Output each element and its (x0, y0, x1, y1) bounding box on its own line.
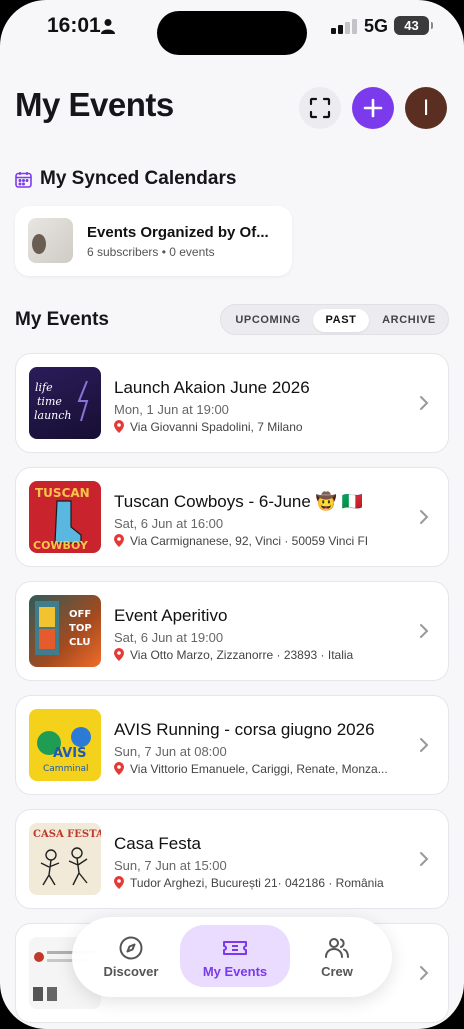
calendar-icon (15, 171, 32, 188)
events-filter-tabs: UPCOMING PAST ARCHIVE (220, 304, 449, 335)
pin-icon (114, 648, 124, 661)
event-location: Via Giovanni Spadolini, 7 Milano (114, 420, 303, 434)
event-title: Launch Akaion June 2026 (114, 378, 310, 397)
svg-text:OFF: OFF (69, 609, 91, 620)
pin-icon (114, 876, 124, 889)
event-thumbnail: OFF TOP CLU (29, 595, 101, 667)
svg-text:CASA FESTA: CASA FESTA (33, 829, 101, 840)
event-date: Sun, 7 Jun at 08:00 (114, 744, 227, 759)
nav-discover[interactable]: Discover (76, 925, 186, 987)
chevron-right-icon (420, 852, 429, 866)
event-thumbnail: AVIS Camminal (29, 709, 101, 781)
chevron-right-icon (420, 510, 429, 524)
people-icon (325, 938, 349, 958)
svg-text:Camminal: Camminal (43, 764, 89, 774)
event-card[interactable]: OFF TOP CLU Event Aperitivo Sat, 6 Jun a… (15, 581, 449, 681)
event-location-text: Via Giovanni Spadolini, 7 Milano (130, 420, 303, 434)
synced-calendars-title: My Synced Calendars (40, 168, 237, 189)
svg-text:TOP: TOP (69, 623, 92, 634)
event-location-text: Tudor Arghezi, București 21· 042186 · Ro… (130, 876, 384, 890)
event-title: Casa Festa (114, 834, 201, 853)
add-event-button[interactable] (352, 87, 394, 129)
chevron-right-icon (420, 624, 429, 638)
event-card[interactable]: life time launch Launch Akaion June 2026… (15, 353, 449, 453)
signal-icon (331, 18, 357, 34)
event-date: Mon, 1 Jun at 19:00 (114, 402, 229, 417)
ticket-icon (223, 941, 247, 955)
chevron-right-icon (420, 738, 429, 752)
phone-screen: 16:01 5G 43 My Events I My Synced Calend… (0, 0, 464, 1029)
avatar-initial: I (422, 95, 430, 120)
svg-text:TUSCAN: TUSCAN (35, 486, 90, 500)
synced-calendar-card[interactable]: Events Organized by Of... 6 subscribers … (15, 206, 292, 276)
calendar-thumbnail (28, 218, 73, 263)
svg-text:COWBOY: COWBOY (33, 539, 89, 552)
event-date: Sat, 6 Jun at 16:00 (114, 516, 224, 531)
tab-upcoming[interactable]: UPCOMING (227, 309, 309, 332)
chevron-right-icon (420, 396, 429, 410)
events-section-title: My Events (15, 309, 109, 330)
calendar-name: Events Organized by Of... (87, 224, 269, 241)
pin-icon (114, 534, 124, 547)
tab-archive[interactable]: ARCHIVE (373, 309, 445, 332)
event-location-text: Via Otto Marzo, Zizzanorre · 23893 · Ita… (130, 648, 354, 662)
nav-crew[interactable]: Crew (282, 925, 392, 987)
event-location: Via Carmignanese, 92, Vinci · 50059 Vinc… (114, 534, 368, 548)
event-location-text: Via Vittorio Emanuele, Cariggi, Renate, … (130, 762, 388, 776)
nav-discover-label: Discover (103, 964, 159, 979)
status-bar: 16:01 5G 43 (0, 0, 464, 60)
synced-calendars-heading: My Synced Calendars (15, 166, 236, 192)
battery-icon: 43 (394, 16, 433, 35)
event-location: Via Vittorio Emanuele, Cariggi, Renate, … (114, 762, 388, 776)
dynamic-island (157, 11, 307, 55)
calendar-meta: 6 subscribers • 0 events (87, 245, 215, 259)
bottom-nav: Discover My Events Crew (72, 917, 392, 997)
event-title: AVIS Running - corsa giugno 2026 (114, 720, 375, 739)
event-title: Event Aperitivo (114, 606, 228, 625)
pin-icon (114, 762, 124, 775)
event-location: Via Otto Marzo, Zizzanorre · 23893 · Ita… (114, 648, 353, 662)
scan-button[interactable] (299, 87, 341, 129)
event-thumbnail: TUSCAN COWBOY (29, 481, 101, 553)
svg-text:time: time (37, 395, 62, 408)
event-title: Tuscan Cowboys - 6-June 🤠 🇮🇹 (114, 492, 363, 511)
svg-text:life: life (35, 381, 53, 394)
nav-my-events-label: My Events (202, 964, 268, 979)
event-location: Tudor Arghezi, București 21· 042186 · Ro… (114, 876, 384, 890)
scan-icon (309, 97, 331, 119)
event-card[interactable]: AVIS Camminal AVIS Running - corsa giugn… (15, 695, 449, 795)
event-thumbnail: CASA FESTA (29, 823, 101, 895)
person-icon (101, 19, 115, 34)
page-title: My Events (15, 86, 174, 123)
tab-past[interactable]: PAST (313, 309, 369, 332)
svg-text:CLU: CLU (69, 637, 90, 648)
compass-icon (119, 936, 143, 960)
event-card[interactable]: TUSCAN COWBOY Tuscan Cowboys - 6-June 🤠 … (15, 467, 449, 567)
nav-my-events[interactable]: My Events (180, 925, 290, 987)
event-date: Sun, 7 Jun at 15:00 (114, 858, 227, 873)
plus-icon (363, 98, 383, 118)
status-time: 16:01 (47, 14, 101, 37)
event-card[interactable]: CASA FESTA Casa Festa Sun, 7 Jun at 15:0… (15, 809, 449, 909)
chevron-right-icon (420, 966, 429, 980)
avatar[interactable]: I (405, 87, 447, 129)
event-thumbnail: life time launch (29, 367, 101, 439)
pin-icon (114, 420, 124, 433)
network-label: 5G (364, 16, 389, 36)
svg-text:launch: launch (34, 409, 72, 422)
event-location-text: Via Carmignanese, 92, Vinci · 50059 Vinc… (130, 534, 369, 548)
event-date: Sat, 6 Jun at 19:00 (114, 630, 224, 645)
nav-crew-label: Crew (321, 964, 353, 979)
svg-text:AVIS: AVIS (53, 746, 86, 761)
